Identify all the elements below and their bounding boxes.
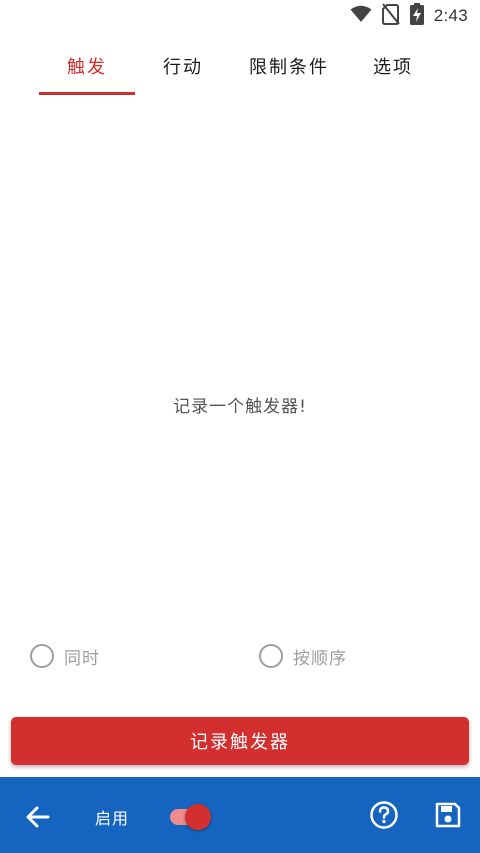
status-time: 2:43 xyxy=(433,6,468,25)
tab-options[interactable]: 选项 xyxy=(347,40,439,92)
radio-sequential[interactable]: 按顺序 xyxy=(259,642,347,670)
tab-bar: 触发 行动 限制条件 选项 xyxy=(0,40,480,98)
battery-charging-icon xyxy=(409,3,424,29)
help-icon[interactable] xyxy=(368,799,400,831)
bottom-action-bar: 启用 xyxy=(0,777,480,853)
tab-constraints[interactable]: 限制条件 xyxy=(231,40,347,92)
empty-state-message: 记录一个触发器! xyxy=(173,397,307,417)
back-arrow-icon[interactable] xyxy=(22,801,54,833)
tab-actions[interactable]: 行动 xyxy=(135,40,231,92)
record-trigger-button[interactable]: 记录触发器 xyxy=(11,717,469,765)
tab-triggers[interactable]: 触发 xyxy=(39,40,135,92)
wifi-icon xyxy=(350,5,372,27)
radio-label-simultaneous: 同时 xyxy=(64,648,100,669)
enable-label: 启用 xyxy=(95,809,130,828)
radio-button-icon[interactable] xyxy=(30,644,54,668)
radio-button-icon[interactable] xyxy=(259,644,283,668)
radio-label-sequential: 按顺序 xyxy=(293,648,347,669)
active-tab-indicator xyxy=(39,92,135,95)
no-sim-icon xyxy=(381,3,400,29)
save-icon[interactable] xyxy=(434,801,462,829)
radio-simultaneous[interactable]: 同时 xyxy=(30,642,100,670)
enable-toggle[interactable] xyxy=(170,803,212,830)
toggle-thumb xyxy=(185,804,211,830)
status-icons: 2:43 xyxy=(350,3,468,29)
status-bar: 2:43 xyxy=(0,0,480,32)
